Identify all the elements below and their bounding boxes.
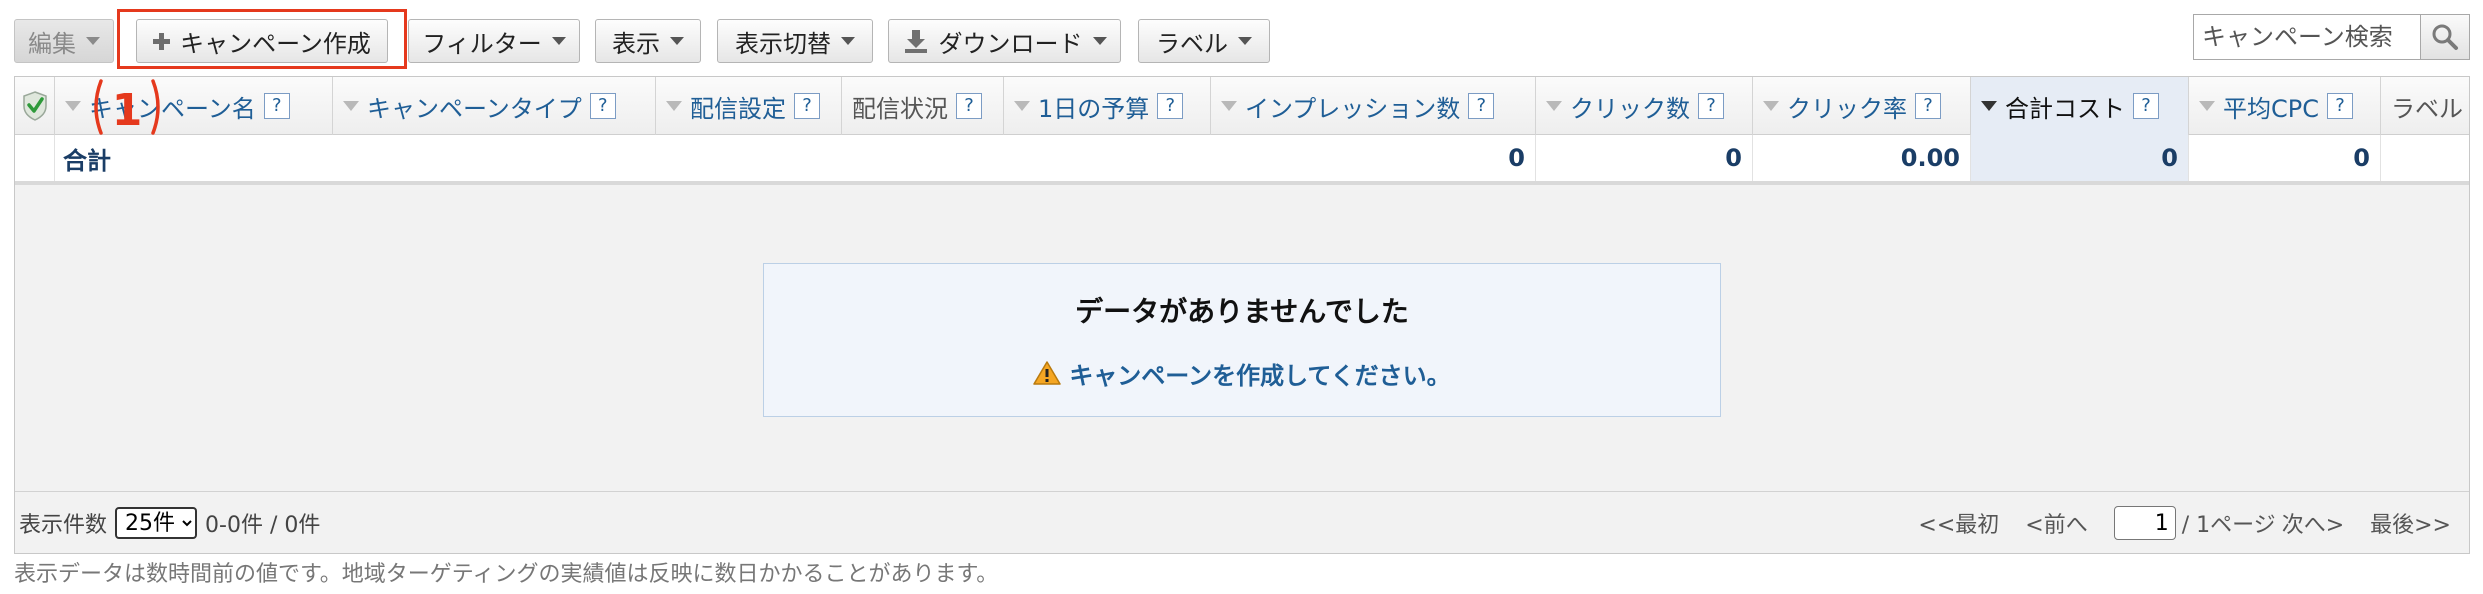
column-delivery-setting[interactable]: 配信設定 ?	[656, 77, 842, 135]
totals-spacer	[15, 135, 55, 181]
table-footer: 表示件数 25件 0-0件 / 0件 <<最初 <前へ / 1ページ 次へ> 最…	[15, 491, 2469, 553]
column-impressions[interactable]: インプレッション数 ?	[1211, 77, 1536, 135]
sort-arrow-icon	[65, 101, 81, 111]
help-icon[interactable]: ?	[794, 93, 820, 119]
sort-arrow-icon	[1546, 101, 1562, 111]
page-size-select[interactable]: 25件	[115, 507, 198, 539]
data-delay-note: 表示データは数時間前の値です。地域ターゲティングの実績値は反映に数日かかることが…	[14, 562, 999, 587]
totals-clicks: 0	[1536, 135, 1753, 181]
chevron-down-icon	[551, 37, 566, 45]
sort-arrow-icon	[1014, 101, 1030, 111]
download-icon	[904, 30, 927, 53]
sort-arrow-icon	[343, 101, 359, 111]
campaign-table: キャンペーン名 ? キャンペーンタイプ ? 配信設定 ? 配信状況 ? 1日の予…	[14, 76, 2470, 554]
shield-check-icon	[22, 91, 47, 121]
page-size-label: 表示件数	[19, 513, 108, 538]
page-total: / 1ページ	[2181, 513, 2276, 538]
column-label: 合計コスト	[2005, 94, 2125, 123]
column-avg-cpc[interactable]: 平均CPC ?	[2189, 77, 2381, 135]
sort-arrow-icon	[1763, 101, 1779, 111]
sort-arrow-icon	[1981, 101, 1997, 111]
help-icon[interactable]: ?	[2327, 93, 2353, 119]
prev-page-link[interactable]: <前へ	[2025, 507, 2087, 539]
empty-state-title: データがありませんでした	[1075, 294, 1409, 328]
toolbar: 編集 キャンペーン作成 フィルター 表示 表示切替 ダウンロード ラベル	[0, 0, 2483, 76]
chevron-down-icon	[670, 37, 684, 45]
sort-arrow-icon	[666, 101, 682, 111]
display-dropdown-button[interactable]: 表示	[595, 19, 701, 63]
page-number-input[interactable]	[2113, 506, 2176, 540]
column-label: 配信設定	[690, 94, 786, 123]
search-icon	[2432, 24, 2458, 50]
edit-label: 編集	[28, 29, 76, 58]
chevron-down-icon	[1092, 37, 1107, 45]
column-label: 配信状況	[852, 94, 948, 123]
totals-ctr: 0.00	[1753, 135, 1971, 181]
column-delivery-status: 配信状況 ?	[842, 77, 1004, 135]
totals-cost: 0	[1971, 135, 2189, 181]
campaign-search-input[interactable]	[2193, 14, 2421, 60]
view-switch-dropdown-button[interactable]: 表示切替	[717, 19, 873, 63]
help-icon[interactable]: ?	[2133, 93, 2159, 119]
empty-state-panel: データがありませんでした キャンペーンを作成してください。	[763, 263, 1721, 417]
column-clicks[interactable]: クリック数 ?	[1536, 77, 1753, 135]
label-dropdown-button[interactable]: ラベル	[1138, 19, 1270, 63]
help-icon[interactable]: ?	[1157, 93, 1184, 119]
chevron-down-icon	[1238, 37, 1252, 45]
column-label: インプレッション数	[1245, 94, 1461, 123]
totals-row: 合計 0 0 0.00 0 0	[15, 135, 2469, 185]
totals-avg-cpc: 0	[2189, 135, 2381, 181]
download-label: ダウンロード	[938, 29, 1083, 58]
column-ctr[interactable]: クリック率 ?	[1753, 77, 1971, 135]
warning-icon	[1033, 361, 1062, 385]
result-range: 0-0件 / 0件	[205, 513, 321, 538]
sort-arrow-icon	[2199, 101, 2215, 111]
filter-label: フィルター	[422, 29, 542, 58]
column-label: キャンペーンタイプ	[367, 94, 582, 123]
select-all-checkbox[interactable]	[15, 77, 55, 135]
empty-state-message: キャンペーンを作成してください。	[1069, 361, 1451, 390]
table-header: キャンペーン名 ? キャンペーンタイプ ? 配信設定 ? 配信状況 ? 1日の予…	[15, 77, 2471, 136]
first-page-link[interactable]: <<最初	[1918, 507, 1999, 539]
step-number: 1	[112, 85, 143, 136]
label-label: ラベル	[1156, 29, 1228, 58]
create-campaign-button[interactable]: キャンペーン作成	[136, 19, 388, 63]
column-label: ラベル	[2391, 94, 2463, 123]
column-label: 平均CPC	[2223, 94, 2319, 123]
column-label-tag: ラベル	[2381, 77, 2471, 135]
page-size-control: 表示件数 25件 0-0件 / 0件	[19, 492, 320, 554]
column-total-cost[interactable]: 合計コスト ?	[1971, 77, 2189, 135]
chevron-down-icon	[86, 37, 100, 45]
next-page-link[interactable]: 次へ>	[2282, 507, 2344, 539]
display-label: 表示	[612, 29, 660, 58]
column-daily-budget[interactable]: 1日の予算 ?	[1004, 77, 1211, 135]
column-label: 1日の予算	[1038, 94, 1150, 123]
chevron-down-icon	[841, 37, 855, 45]
help-icon[interactable]: ?	[263, 93, 290, 119]
help-icon[interactable]: ?	[1915, 93, 1941, 119]
last-page-link[interactable]: 最後>>	[2370, 507, 2451, 539]
step-number-marker: 1	[94, 79, 160, 136]
totals-impressions: 0	[1211, 135, 1536, 181]
column-label: クリック率	[1787, 94, 1907, 123]
help-icon[interactable]: ?	[1698, 93, 1724, 119]
help-icon[interactable]: ?	[956, 93, 982, 119]
sort-arrow-icon	[1221, 101, 1237, 111]
create-campaign-label: キャンペーン作成	[180, 29, 371, 58]
create-campaign-link[interactable]: キャンペーンを作成してください。	[1033, 356, 1451, 391]
column-campaign-type[interactable]: キャンペーンタイプ ?	[333, 77, 656, 135]
download-dropdown-button[interactable]: ダウンロード	[888, 19, 1121, 63]
help-icon[interactable]: ?	[1468, 93, 1495, 119]
totals-label-tag	[2381, 135, 2471, 181]
column-label: クリック数	[1570, 94, 1690, 123]
plus-icon	[153, 32, 171, 50]
filter-dropdown-button[interactable]: フィルター	[408, 19, 580, 63]
search-button[interactable]	[2420, 14, 2470, 60]
pagination: <<最初 <前へ / 1ページ 次へ> 最後>>	[1918, 492, 2451, 554]
view-switch-label: 表示切替	[735, 29, 831, 58]
help-icon[interactable]: ?	[589, 93, 616, 119]
edit-dropdown-button[interactable]: 編集	[14, 19, 114, 63]
